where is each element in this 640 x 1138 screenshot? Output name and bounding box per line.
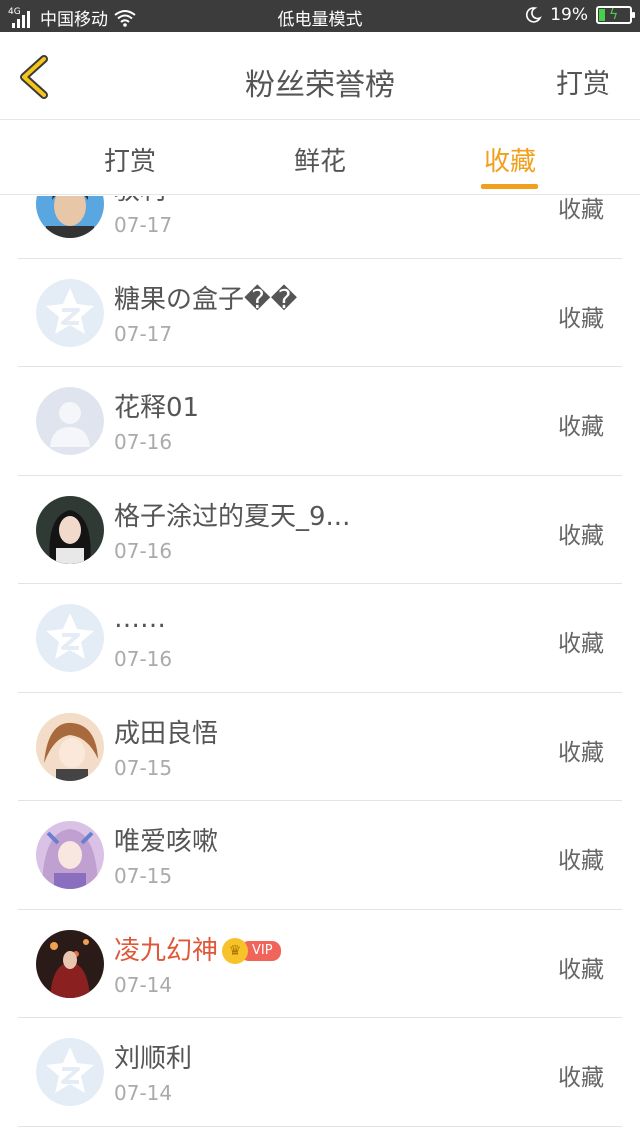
- user-name: 凌九幻神 ♛ VIP: [114, 930, 281, 967]
- user-name-text: 凌九幻神: [114, 935, 219, 966]
- crown-icon: ♛: [222, 938, 249, 964]
- date-label: 07-16: [114, 647, 173, 671]
- list-item[interactable]: 凌九幻神 ♛ VIP 07-14 收藏: [18, 910, 622, 1018]
- vip-badge: ♛ VIP: [222, 938, 281, 964]
- action-label: 收藏: [558, 414, 604, 440]
- action-label: 收藏: [558, 631, 604, 657]
- active-tab-indicator: [481, 184, 538, 189]
- avatar-anime-1[interactable]: [36, 712, 104, 781]
- avatar-photo-person[interactable]: [36, 196, 104, 238]
- user-name-text: 糖果の盒子��: [114, 284, 298, 315]
- user-name: 刘顺利: [114, 1038, 192, 1075]
- action-label: 收藏: [558, 956, 604, 983]
- avatar-default-star[interactable]: [36, 604, 104, 672]
- action-label: 收藏: [558, 1065, 604, 1091]
- user-name: 驭利: [114, 196, 166, 207]
- user-name-text: 刘顺利: [114, 1044, 193, 1074]
- date-label: 07-16: [114, 538, 173, 563]
- date-label: 07-17: [114, 213, 173, 237]
- battery-percent: 19%: [550, 5, 588, 25]
- user-name: ……: [114, 604, 166, 634]
- user-name-text: 唯爱咳嗽: [114, 827, 219, 857]
- action-label: 收藏: [558, 305, 604, 332]
- date-label: 07-14: [114, 1081, 173, 1105]
- action-label: 收藏: [558, 739, 604, 766]
- action-label: 收藏: [558, 848, 604, 874]
- avatar-default-person[interactable]: [36, 387, 104, 455]
- moon-icon: [526, 7, 542, 23]
- avatar-default-star[interactable]: [36, 278, 104, 347]
- date-label: 07-15: [114, 864, 173, 888]
- user-name: 糖果の盒子��: [114, 279, 297, 316]
- reward-button[interactable]: 打赏: [556, 62, 610, 101]
- date-label: 07-16: [114, 430, 173, 454]
- date-label: 07-14: [114, 972, 173, 997]
- date-label: 07-15: [114, 755, 173, 780]
- list-item[interactable]: 驭利 07-17 收藏: [18, 196, 622, 259]
- list-item[interactable]: 成田良悟 07-15 收藏: [18, 693, 622, 801]
- battery-icon: ϟ: [596, 6, 635, 24]
- user-name-text: 花释01: [114, 393, 200, 423]
- action-label: 收藏: [558, 522, 604, 549]
- list-item[interactable]: 格子涂过的夏天_9... 07-16 收藏: [18, 476, 622, 584]
- list-item[interactable]: …… 07-16 收藏: [18, 584, 622, 693]
- avatar-default-star[interactable]: [36, 1038, 104, 1106]
- status-bar: 4G 中国移动 低电量模式 19% ϟ: [0, 0, 640, 32]
- list-item[interactable]: 花释01 07-16 收藏: [18, 367, 622, 476]
- date-label: 07-17: [114, 321, 173, 346]
- user-name-text: 成田良悟: [114, 718, 219, 749]
- tab-flowers[interactable]: 鲜花: [280, 141, 360, 178]
- tab-bar: 打赏 鲜花 收藏: [0, 121, 640, 195]
- user-name-text: ……: [114, 604, 166, 634]
- avatar-anime-2[interactable]: [36, 821, 104, 889]
- user-name: 成田良悟: [114, 713, 218, 750]
- list-item[interactable]: 糖果の盒子�� 07-17 收藏: [18, 259, 622, 367]
- user-name-text: 格子涂过的夏天_9...: [114, 501, 351, 532]
- status-right: 19% ϟ: [524, 5, 635, 25]
- header: 粉丝荣誉榜 打赏: [0, 32, 640, 120]
- list-item[interactable]: 唯爱咳嗽 07-15 收藏: [18, 801, 622, 910]
- fan-list[interactable]: 驭利 07-17 收藏 糖果の盒子�� 07-17 收藏 花释01 07-16 …: [0, 196, 640, 1138]
- user-name: 格子涂过的夏天_9...: [114, 496, 350, 533]
- action-label: 收藏: [558, 197, 604, 223]
- list-item[interactable]: 刘顺利 07-14 收藏: [18, 1018, 622, 1127]
- user-name: 花释01: [114, 387, 199, 424]
- tab-reward[interactable]: 打赏: [90, 141, 170, 178]
- avatar-photo-night[interactable]: [36, 929, 104, 998]
- user-name-text: 驭利: [114, 196, 166, 206]
- user-name: 唯爱咳嗽: [114, 821, 218, 858]
- page-title: 粉丝荣誉榜: [245, 68, 395, 103]
- tab-favorites[interactable]: 收藏: [470, 141, 550, 178]
- avatar-photo-girl[interactable]: [36, 495, 104, 564]
